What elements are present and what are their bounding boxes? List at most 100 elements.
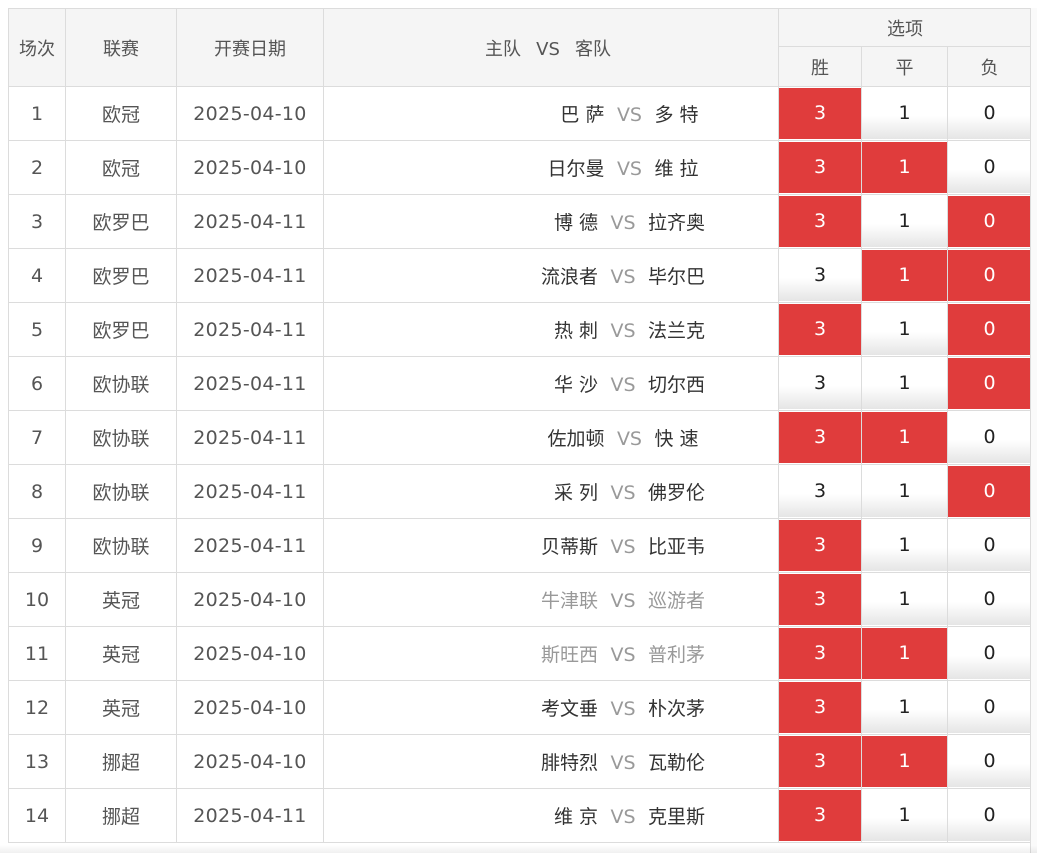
draw-option-button[interactable]: 1 (862, 142, 947, 193)
match-teams: 佐加顿 VS 快 速 (323, 410, 779, 465)
win-option-button[interactable]: 3 (779, 466, 861, 517)
lose-option-button[interactable]: 0 (948, 250, 1031, 301)
vs-label: VS (610, 212, 636, 234)
draw-option-button[interactable]: 1 (862, 736, 947, 787)
lose-option-button[interactable]: 0 (948, 412, 1031, 463)
option-cell: 3 (778, 194, 862, 249)
win-option-button[interactable]: 3 (779, 520, 861, 571)
home-team: 斯旺西 (540, 644, 598, 666)
lose-option-button[interactable]: 0 (948, 736, 1031, 787)
match-date: 2025-04-11 (176, 464, 324, 519)
table-row: 10 英冠 2025-04-10 牛津联 VS 巡游者 3 1 0 (8, 572, 1032, 627)
lose-option-button[interactable]: 0 (948, 520, 1031, 571)
win-option-button[interactable]: 3 (779, 574, 861, 625)
league-name: 欧罗巴 (65, 194, 177, 249)
draw-option-button[interactable]: 1 (862, 574, 947, 625)
table-row: 6 欧协联 2025-04-11 华 沙 VS 切尔西 3 1 0 (8, 356, 1032, 411)
away-team: 朴次茅 (647, 698, 705, 720)
draw-option-button[interactable]: 1 (862, 88, 947, 139)
table-row: 5 欧罗巴 2025-04-11 热 刺 VS 法兰克 3 1 0 (8, 302, 1032, 357)
match-date: 2025-04-11 (176, 410, 324, 465)
draw-option-button[interactable]: 1 (862, 790, 947, 841)
vs-label: VS (610, 536, 636, 558)
match-teams: 日尔曼 VS 维 拉 (323, 140, 779, 195)
lose-option-button[interactable]: 0 (948, 88, 1031, 139)
option-cell: 0 (947, 194, 1032, 249)
league-name: 挪超 (65, 734, 177, 789)
match-number: 5 (8, 302, 66, 357)
match-date: 2025-04-10 (176, 86, 324, 141)
header-league: 联赛 (65, 8, 177, 87)
match-teams: 博 德 VS 拉齐奥 (323, 194, 779, 249)
draw-option-button[interactable]: 1 (862, 412, 947, 463)
home-team: 华 沙 (553, 374, 598, 396)
win-option-button[interactable]: 3 (779, 790, 861, 841)
win-option-button[interactable]: 3 (779, 196, 861, 247)
home-team: 考文垂 (540, 698, 598, 720)
draw-option-button[interactable]: 1 (862, 196, 947, 247)
lose-option-button[interactable]: 0 (948, 628, 1031, 679)
draw-option-button[interactable]: 1 (862, 520, 947, 571)
option-cell: 3 (778, 248, 862, 303)
lose-option-button[interactable]: 0 (948, 466, 1031, 517)
header-vs: VS (536, 38, 560, 60)
win-option-button[interactable]: 3 (779, 88, 861, 139)
option-cell: 1 (861, 140, 948, 195)
match-date: 2025-04-11 (176, 248, 324, 303)
home-team: 腓特烈 (540, 752, 598, 774)
lose-option-button[interactable]: 0 (948, 196, 1031, 247)
league-name: 欧罗巴 (65, 248, 177, 303)
draw-option-button[interactable]: 1 (862, 466, 947, 517)
lose-option-button[interactable]: 0 (948, 142, 1031, 193)
home-team: 贝蒂斯 (540, 536, 598, 558)
league-name: 欧协联 (65, 356, 177, 411)
vs-label: VS (616, 104, 642, 126)
option-cell: 3 (778, 626, 862, 681)
away-team: 毕尔巴 (647, 266, 705, 288)
vs-label: VS (610, 752, 636, 774)
win-option-button[interactable]: 3 (779, 142, 861, 193)
league-name: 欧协联 (65, 410, 177, 465)
option-cell: 0 (947, 734, 1032, 789)
draw-option-button[interactable]: 1 (862, 682, 947, 733)
win-option-button[interactable]: 3 (779, 412, 861, 463)
match-table: 场次 联赛 开赛日期 主队 VS 客队 选项 胜 平 负 1 欧冠 2025-04-10… (8, 7, 1032, 843)
home-team: 日尔曼 (547, 158, 605, 180)
match-teams: 采 列 VS 佛罗伦 (323, 464, 779, 519)
option-cell: 0 (947, 410, 1032, 465)
lose-option-button[interactable]: 0 (948, 790, 1031, 841)
win-option-button[interactable]: 3 (779, 358, 861, 409)
match-teams: 热 刺 VS 法兰克 (323, 302, 779, 357)
table-header: 场次 联赛 开赛日期 主队 VS 客队 选项 胜 平 负 (8, 7, 1032, 87)
match-date: 2025-04-11 (176, 194, 324, 249)
match-date: 2025-04-10 (176, 626, 324, 681)
away-team: 维 拉 (654, 158, 699, 180)
lose-option-button[interactable]: 0 (948, 682, 1031, 733)
league-name: 欧协联 (65, 518, 177, 573)
draw-option-button[interactable]: 1 (862, 628, 947, 679)
win-option-button[interactable]: 3 (779, 628, 861, 679)
table-row: 2 欧冠 2025-04-10 日尔曼 VS 维 拉 310 (8, 140, 1032, 195)
away-team: 拉齐奥 (647, 212, 705, 234)
win-option-button[interactable]: 3 (779, 250, 861, 301)
option-cell: 1 (861, 734, 948, 789)
draw-option-button[interactable]: 1 (862, 358, 947, 409)
match-teams: 巴 萨 VS 多 特 (323, 86, 779, 141)
vertical-scrollbar[interactable] (1030, 8, 1037, 853)
win-option-button[interactable]: 3 (779, 736, 861, 787)
draw-option-button[interactable]: 1 (862, 250, 947, 301)
table-row: 3 欧罗巴 2025-04-11 博 德 VS 拉齐奥 3 1 0 (8, 194, 1032, 249)
header-win: 胜 (778, 46, 862, 87)
option-cell: 1 (861, 86, 948, 141)
win-option-button[interactable]: 3 (779, 682, 861, 733)
table-row: 1 欧冠 2025-04-10 巴 萨 VS 多 特310 (8, 86, 1032, 141)
option-cell: 1 (861, 302, 948, 357)
lose-option-button[interactable]: 0 (948, 304, 1031, 355)
win-option-button[interactable]: 3 (779, 304, 861, 355)
away-team: 克里斯 (647, 806, 705, 828)
draw-option-button[interactable]: 1 (862, 304, 947, 355)
lose-option-button[interactable]: 0 (948, 574, 1031, 625)
home-team: 采 列 (553, 482, 598, 504)
lose-option-button[interactable]: 0 (948, 358, 1031, 409)
home-team: 流浪者 (540, 266, 598, 288)
